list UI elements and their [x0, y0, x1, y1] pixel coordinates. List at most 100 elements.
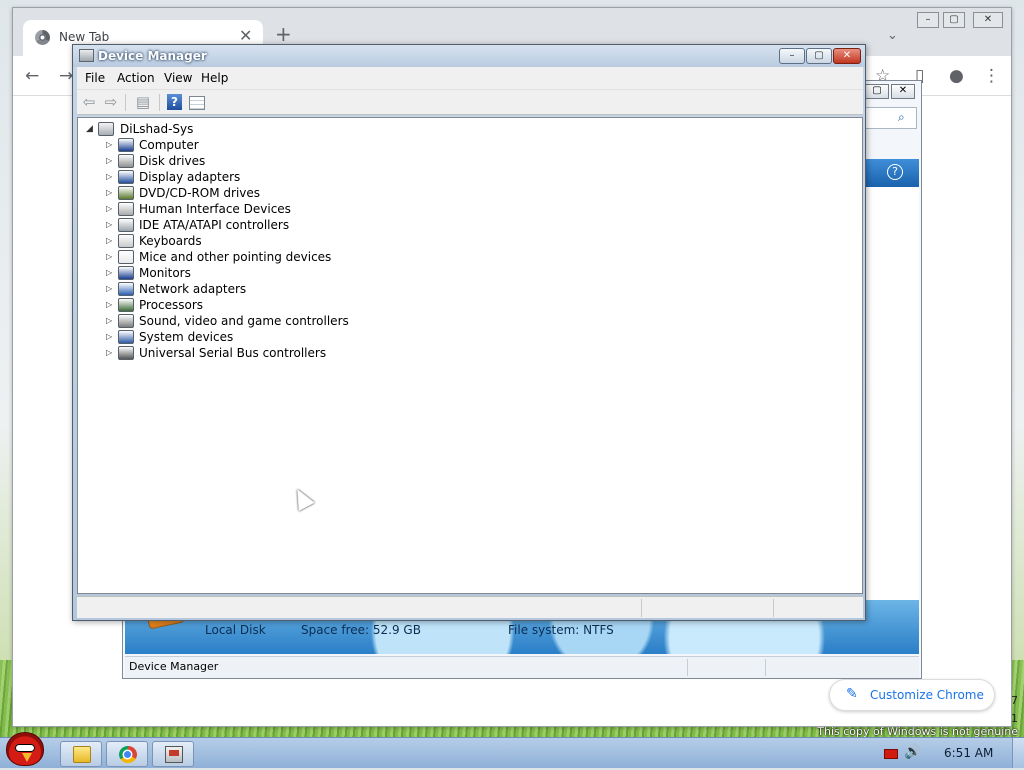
chrome-menu-icon[interactable]: ⋮ [983, 66, 1000, 86]
customize-chrome-label: Customize Chrome [870, 688, 984, 702]
expand-triangle-icon[interactable]: ▷ [106, 249, 112, 265]
expand-triangle-icon[interactable]: ▷ [106, 153, 112, 169]
expand-triangle-icon[interactable]: ▷ [106, 345, 112, 361]
drive-name: Local Disk [205, 623, 266, 637]
tree-item-label: Keyboards [139, 234, 202, 248]
tab-close-icon[interactable]: ✕ [239, 26, 252, 45]
menu-view[interactable]: View [164, 71, 192, 85]
expand-triangle-icon[interactable]: ▷ [106, 329, 112, 345]
taskbar-device-manager-button[interactable] [152, 741, 194, 767]
tree-item-label: System devices [139, 330, 234, 344]
show-hide-console-tree-icon[interactable]: ▤ [133, 93, 153, 111]
device-manager-icon [165, 746, 183, 763]
drive-space-free: Space free: 52.9 GB [301, 623, 421, 637]
device-tree: ◢ DiLshad-Sys ▷ Computer ▷ Disk drives ▷ Disp… [77, 117, 863, 594]
back-arrow-icon[interactable]: ⇦ [79, 93, 99, 111]
expand-triangle-icon[interactable]: ▷ [106, 169, 112, 185]
back-arrow-icon[interactable]: ← [25, 66, 39, 86]
ide-ata-atapi-controllers-icon [118, 218, 134, 232]
desktop-watermark-line-1: 7 [1011, 694, 1018, 707]
monitors-icon [118, 266, 134, 280]
minimize-button[interactable]: – [779, 48, 805, 64]
status-divider [687, 659, 688, 676]
explorer-content-pane [865, 187, 919, 600]
tree-item-label: Mice and other pointing devices [139, 250, 332, 264]
drive-file-system: File system: NTFS [508, 623, 614, 637]
explorer-close-button[interactable]: ✕ [891, 84, 915, 99]
dvd-cd-rom-drives-icon [118, 186, 134, 200]
toolbar-separator [125, 94, 126, 111]
speaker-icon[interactable]: 🔊 [904, 744, 921, 760]
tree-item-label: Disk drives [139, 154, 206, 168]
device-manager-status-bar [77, 596, 863, 618]
expand-triangle-icon[interactable]: ▷ [106, 297, 112, 313]
toolbar: ⇦ ⇨ ▤ ? [77, 89, 863, 115]
new-tab-button[interactable]: + [275, 24, 292, 44]
chrome-minimize-button[interactable]: – [917, 12, 939, 28]
menu-bar: File Action View Help [77, 67, 863, 89]
taskbar-explorer-button[interactable] [60, 741, 102, 767]
maximize-button[interactable]: ▢ [806, 48, 832, 64]
expand-triangle-icon[interactable]: ▷ [106, 233, 112, 249]
device-manager-window: Device Manager – ▢ ✕ File Action View He… [72, 44, 866, 621]
computer-icon [118, 138, 134, 152]
angry-bird-start-icon [6, 732, 44, 766]
human-interface-devices-icon [118, 202, 134, 216]
tree-item-label: Computer [139, 138, 199, 152]
explorer-search-box[interactable]: ⌕ [865, 107, 917, 129]
menu-help[interactable]: Help [201, 71, 228, 85]
taskbar-chrome-button[interactable] [106, 741, 148, 767]
mice-and-other-pointing-devices-icon [118, 250, 134, 264]
explorer-status-bar: Device Manager [125, 656, 919, 678]
menu-file[interactable]: File [85, 71, 105, 85]
computer-icon [98, 122, 114, 136]
status-divider [765, 659, 766, 676]
close-button[interactable]: ✕ [833, 48, 861, 64]
start-button[interactable] [0, 730, 50, 770]
status-divider [773, 599, 774, 617]
customize-chrome-button[interactable]: ✎ Customize Chrome [829, 679, 995, 711]
tree-item-label: Processors [139, 298, 204, 312]
chrome-close-button[interactable]: ✕ [973, 12, 1003, 28]
universal-serial-bus-controllers-icon [118, 346, 134, 360]
processors-icon [118, 298, 134, 312]
tree-item-label: Monitors [139, 266, 191, 280]
expand-triangle-icon[interactable]: ▷ [106, 217, 112, 233]
help-icon[interactable]: ? [887, 164, 903, 180]
expand-triangle-icon[interactable]: ▷ [106, 313, 112, 329]
tree-item-label: Human Interface Devices [139, 202, 291, 216]
expand-triangle-icon[interactable]: ▷ [106, 185, 112, 201]
explorer-command-bar: ? [865, 159, 919, 187]
system-clock[interactable]: 6:51 AM [944, 746, 993, 760]
tree-item-label: Display adapters [139, 170, 241, 184]
tree-item-label: Universal Serial Bus controllers [139, 346, 327, 360]
properties-icon[interactable] [189, 96, 205, 110]
tree-item-label: DVD/CD-ROM drives [139, 186, 261, 200]
collapse-triangle-icon[interactable]: ◢ [86, 121, 93, 137]
toolbar-separator [159, 94, 160, 111]
expand-triangle-icon[interactable]: ▷ [106, 137, 112, 153]
menu-action[interactable]: Action [117, 71, 155, 85]
expand-triangle-icon[interactable]: ▷ [106, 281, 112, 297]
explorer-maximize-button[interactable]: ▢ [865, 84, 889, 99]
device-manager-icon [79, 49, 94, 62]
chrome-maximize-button[interactable]: ▢ [943, 12, 965, 28]
forward-arrow-icon[interactable]: ⇨ [101, 93, 121, 111]
help-icon[interactable]: ? [167, 94, 182, 110]
profile-avatar-icon[interactable]: ● [949, 66, 964, 86]
tab-title: New Tab [59, 30, 110, 44]
taskbar: 🔊 6:51 AM [0, 732, 1024, 768]
tree-item-label: Sound, video and game controllers [139, 314, 349, 328]
display-adapters-icon [118, 170, 134, 184]
explorer-status-text: Device Manager [129, 660, 219, 673]
expand-triangle-icon[interactable]: ▷ [106, 265, 112, 281]
device-manager-titlebar[interactable]: Device Manager – ▢ ✕ [73, 45, 865, 67]
folder-icon [73, 746, 91, 763]
tab-search-chevron-icon[interactable]: ⌄ [887, 28, 898, 43]
status-divider [641, 599, 642, 617]
expand-triangle-icon[interactable]: ▷ [106, 201, 112, 217]
show-desktop-button[interactable] [1012, 738, 1024, 768]
chrome-favicon-icon [35, 30, 50, 45]
search-icon: ⌕ [898, 110, 905, 124]
action-center-flag-icon[interactable] [884, 749, 898, 759]
